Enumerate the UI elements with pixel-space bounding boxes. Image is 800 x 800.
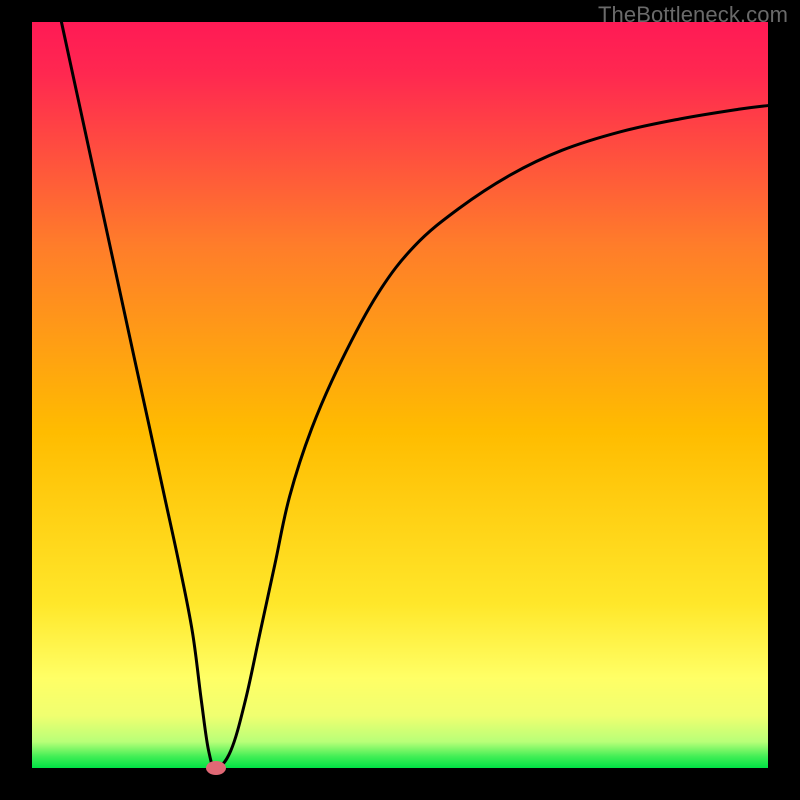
chart-container: TheBottleneck.com (0, 0, 800, 800)
watermark-text: TheBottleneck.com (598, 2, 788, 28)
lowest-point-marker (206, 761, 226, 775)
chart-svg (0, 0, 800, 800)
